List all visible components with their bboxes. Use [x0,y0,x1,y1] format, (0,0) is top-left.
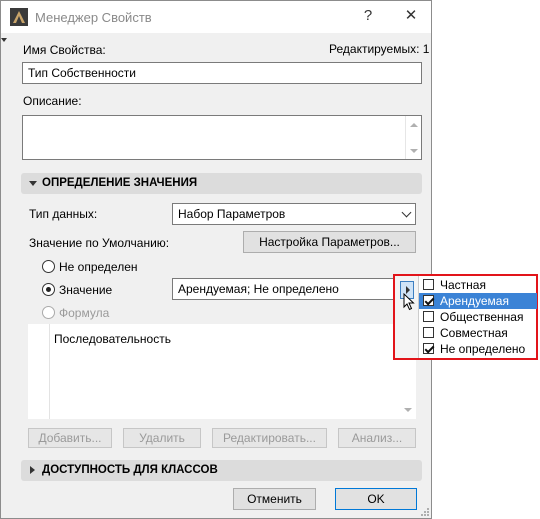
data-type-label: Тип данных: [29,207,98,221]
option-label: Общественная [440,310,524,324]
chevron-down-icon [401,207,412,218]
close-icon[interactable]: ✕ [399,5,423,29]
property-manager-dialog: Менеджер Свойств ? ✕ Имя Свойства: Редак… [0,0,432,519]
description-label: Описание: [23,94,82,108]
sequence-label: Последовательность [54,332,171,346]
class-availability-header[interactable]: ДОСТУПНОСТЬ ДЛЯ КЛАССОВ [21,460,422,481]
collapse-arrow-icon [29,181,37,186]
radio-value[interactable] [42,283,55,296]
value-definition-title: ОПРЕДЕЛЕНИЕ ЗНАЧЕНИЯ [42,177,198,189]
radio-formula-label: Формула [59,306,110,320]
checkbox-icon[interactable] [423,279,434,290]
class-availability-title: ДОСТУПНОСТЬ ДЛЯ КЛАССОВ [42,464,218,476]
list-item[interactable]: Частная [419,277,537,293]
list-item[interactable]: Арендуемая [419,293,537,309]
title-bar: Менеджер Свойств ? ✕ [1,1,431,33]
data-type-select[interactable]: Набор Параметров [172,203,416,225]
data-type-value: Набор Параметров [178,207,286,221]
list-item[interactable]: Совместная [419,325,537,341]
value-field[interactable]: Арендуемая; Не определено [172,278,395,300]
scroll-down-icon[interactable] [404,408,412,412]
checkbox-icon[interactable] [423,343,434,354]
property-name-field[interactable]: Тип Собственности [22,62,422,84]
scroll-down-icon[interactable] [410,149,418,153]
property-name-label: Имя Свойства: [23,43,106,57]
list-item[interactable]: Не определено [419,341,537,357]
help-icon[interactable]: ? [356,5,380,29]
options-list: Частная Арендуемая Общественная Совместн… [418,276,537,358]
description-scrollbar[interactable] [405,116,421,159]
checkbox-icon[interactable] [423,311,434,322]
mouse-cursor-icon [403,293,415,311]
resize-grip-icon[interactable] [420,507,430,517]
default-value-label: Значение по Умолчанию: [29,236,170,250]
ok-button[interactable]: OK [335,488,417,510]
options-popup: Частная Арендуемая Общественная Совместн… [393,274,538,360]
description-field[interactable] [22,115,422,160]
radio-undefined-label: Не определен [59,260,138,274]
window-title: Менеджер Свойств [35,10,152,25]
sequence-list[interactable]: Последовательность [28,324,416,419]
setup-parameters-button[interactable]: Настройка Параметров... [243,231,416,253]
cancel-button[interactable]: Отменить [233,488,316,510]
option-label: Частная [440,278,486,292]
option-label: Не определено [440,342,526,356]
option-label: Совместная [440,326,508,340]
scroll-up-icon[interactable] [410,123,418,127]
list-divider [49,324,50,419]
option-label: Арендуемая [440,294,509,308]
radio-value-label: Значение [59,283,113,297]
delete-button[interactable]: Удалить [123,428,201,448]
analyze-button[interactable]: Анализ... [338,428,416,448]
radio-undefined[interactable] [42,260,55,273]
checkbox-icon[interactable] [423,295,434,306]
value-definition-header[interactable]: ОПРЕДЕЛЕНИЕ ЗНАЧЕНИЯ [21,173,422,194]
add-button[interactable]: Добавить... [28,428,112,448]
list-item[interactable]: Общественная [419,309,537,325]
checkbox-icon[interactable] [423,327,434,338]
app-icon [10,8,28,26]
side-marker-icon [1,38,7,42]
radio-formula[interactable] [42,306,55,319]
editable-count: Редактируемых: 1 [329,42,430,56]
edit-button[interactable]: Редактировать... [212,428,327,448]
expand-arrow-icon [30,466,35,474]
